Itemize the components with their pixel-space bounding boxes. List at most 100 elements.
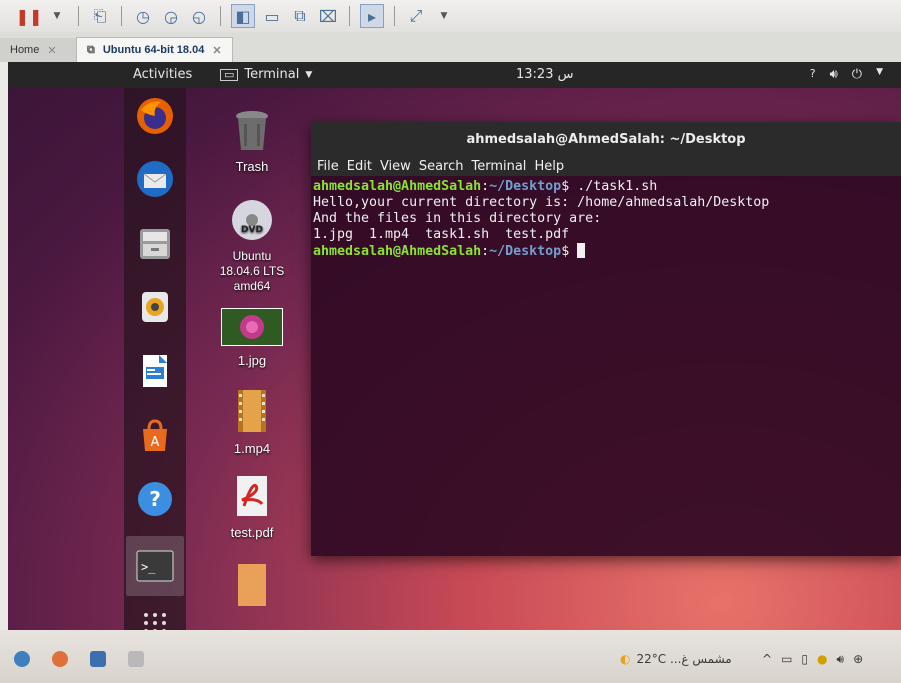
terminal-line: Hello,your current directory is: /home/a… bbox=[313, 195, 770, 210]
toolbar-divider bbox=[220, 6, 221, 26]
battery-icon: ▯ bbox=[801, 652, 809, 666]
power-icon: ⏻ bbox=[851, 67, 863, 82]
globe-icon: ⊕ bbox=[853, 652, 864, 666]
unity-button[interactable]: ▭ bbox=[261, 5, 283, 27]
volume-icon: 🔊︎ bbox=[836, 652, 845, 666]
menu-edit[interactable]: Edit bbox=[347, 159, 372, 174]
gnome-top-bar: Activities ▭ Terminal ▼ 13:23 س ? 🔊︎ ⏻ ▼ bbox=[8, 62, 901, 88]
image-file-icon bbox=[212, 307, 292, 349]
terminal-title-bar[interactable]: ahmedsalah@AhmedSalah: ~/Desktop bbox=[311, 122, 901, 156]
toolbar-divider bbox=[349, 6, 350, 26]
svg-text:A: A bbox=[151, 435, 160, 450]
desktop-icon-script[interactable] bbox=[212, 562, 292, 613]
show-applications-icon[interactable] bbox=[133, 600, 177, 630]
tab-home[interactable]: Home ✕ bbox=[0, 38, 76, 62]
video-file-icon bbox=[212, 388, 292, 437]
close-icon[interactable]: ✕ bbox=[47, 44, 56, 57]
host-taskbar: ◐ 22°C ...مشمس غ ^ ▭ ▯ ● 🔊︎ ⊕ bbox=[0, 630, 901, 683]
prompt-user: ahmedsalah@AhmedSalah bbox=[313, 244, 482, 259]
activities-button[interactable]: Activities bbox=[133, 67, 192, 82]
prompt-path: ~/Desktop bbox=[489, 179, 562, 194]
chevron-up-icon: ^ bbox=[762, 652, 773, 666]
system-tray[interactable]: ? 🔊︎ ⏻ ▼ bbox=[810, 67, 883, 82]
app-menu-button[interactable]: ▭ Terminal ▼ bbox=[220, 67, 312, 82]
browser-icon[interactable] bbox=[52, 651, 68, 667]
menu-view[interactable]: View bbox=[380, 159, 411, 174]
desktop-icon-jpg[interactable]: 1.jpg bbox=[212, 307, 292, 368]
tab-ubuntu-vm[interactable]: ⧉ Ubuntu 64-bit 18.04 ✕ bbox=[76, 37, 233, 62]
terminal-app-icon: ▭ bbox=[220, 68, 239, 81]
toolbar-divider bbox=[121, 6, 122, 26]
weather-sun-icon: ◐ bbox=[620, 652, 631, 666]
app-tray-icon: ● bbox=[817, 652, 828, 666]
dvd-icon: DVD bbox=[212, 198, 292, 245]
toolbar-divider bbox=[78, 6, 79, 26]
disable-stretch-button[interactable]: ⌧ bbox=[317, 5, 339, 27]
chrome-icon[interactable] bbox=[14, 651, 30, 667]
toolbar-divider bbox=[394, 6, 395, 26]
terminal-menubar: File Edit View Search Terminal Help bbox=[311, 156, 901, 176]
desktop-icon-label: 1.jpg bbox=[237, 353, 267, 368]
vmware-toolbar: ❚❚ ▼ ⎗ ◷ ◶ ◵ ◧ ▭ ⧉ ⌧ ▸ ⤢ ▼ bbox=[0, 0, 901, 32]
revert-snapshot-button[interactable]: ◶ bbox=[160, 5, 182, 27]
desktop-icon-label: 1.mp4 bbox=[233, 441, 271, 456]
firefox-icon[interactable] bbox=[133, 94, 177, 138]
app-icon[interactable] bbox=[128, 651, 144, 667]
menu-help[interactable]: Help bbox=[534, 159, 564, 174]
clock[interactable]: 13:23 س bbox=[516, 67, 573, 82]
rhythmbox-icon[interactable] bbox=[133, 285, 177, 329]
snapshot-manager-button[interactable]: ◵ bbox=[188, 5, 210, 27]
full-screen-button[interactable]: ◧ bbox=[231, 4, 255, 28]
files-icon[interactable] bbox=[133, 221, 177, 265]
terminal-line: ahmedsalah@AhmedSalah:~/Desktop$ bbox=[313, 243, 901, 260]
desktop-icon-label: Trash bbox=[235, 159, 269, 174]
weather-text: 22°C ...مشمس غ bbox=[636, 652, 732, 666]
console-view-button[interactable]: ▸ bbox=[360, 4, 384, 28]
window-title: ahmedsalah@AhmedSalah: ~/Desktop bbox=[466, 131, 746, 147]
app-menu-label: Terminal bbox=[244, 67, 300, 82]
desktop-icon-dvd[interactable]: DVD Ubuntu 18.04.6 LTS amd64 bbox=[212, 198, 292, 294]
chevron-down-icon: ▼ bbox=[876, 67, 883, 77]
help-icon[interactable]: ? bbox=[133, 477, 177, 521]
chevron-down-icon[interactable]: ▼ bbox=[433, 5, 455, 27]
close-icon[interactable]: ✕ bbox=[212, 44, 221, 57]
software-center-icon[interactable]: A bbox=[133, 413, 177, 457]
desktop-icon-label: test.pdf bbox=[230, 525, 274, 540]
chevron-down-icon[interactable]: ▼ bbox=[46, 5, 68, 27]
fit-guest-button[interactable]: ⧉ bbox=[289, 5, 311, 27]
menu-terminal[interactable]: Terminal bbox=[471, 159, 526, 174]
vm-tab-bar: Home ✕ ⧉ Ubuntu 64-bit 18.04 ✕ bbox=[0, 32, 901, 62]
vmware-icon[interactable] bbox=[90, 651, 106, 667]
pdf-file-icon bbox=[212, 474, 292, 521]
desktop-icon-mp4[interactable]: 1.mp4 bbox=[212, 388, 292, 456]
guest-screen[interactable]: Activities ▭ Terminal ▼ 13:23 س ? 🔊︎ ⏻ ▼ bbox=[8, 62, 901, 630]
prompt-user: ahmedsalah@AhmedSalah bbox=[313, 179, 482, 194]
thunderbird-icon[interactable] bbox=[133, 157, 177, 201]
terminal-window[interactable]: ahmedsalah@AhmedSalah: ~/Desktop File Ed… bbox=[311, 122, 901, 556]
menu-file[interactable]: File bbox=[317, 159, 339, 174]
terminal-cursor bbox=[577, 243, 586, 258]
ubuntu-dock: A ? >_ bbox=[124, 88, 186, 630]
svg-text:?: ? bbox=[149, 487, 161, 511]
libreoffice-writer-icon[interactable] bbox=[133, 349, 177, 393]
pause-vm-button[interactable]: ❚❚ bbox=[16, 5, 43, 27]
terminal-output[interactable]: ahmedsalah@AhmedSalah:~/Desktop$ ./task1… bbox=[311, 176, 901, 260]
stretch-guest-button[interactable]: ⤢ bbox=[405, 5, 427, 27]
terminal-line: And the files in this directory are: bbox=[313, 211, 602, 226]
send-ctrl-alt-del-button[interactable]: ⎗ bbox=[89, 5, 111, 27]
network-icon: ▭ bbox=[781, 652, 793, 666]
desktop-icon-label: Ubuntu 18.04.6 LTS amd64 bbox=[219, 249, 285, 293]
svg-text:DVD: DVD bbox=[241, 225, 263, 235]
system-tray[interactable]: ^ ▭ ▯ ● 🔊︎ ⊕ bbox=[762, 652, 863, 667]
desktop-icon-trash[interactable]: Trash bbox=[212, 108, 292, 174]
help-icon: ? bbox=[809, 67, 816, 80]
snapshot-button[interactable]: ◷ bbox=[132, 5, 154, 27]
terminal-line: ahmedsalah@AhmedSalah:~/Desktop$ ./task1… bbox=[313, 179, 658, 194]
menu-search[interactable]: Search bbox=[419, 159, 464, 174]
weather-widget[interactable]: ◐ 22°C ...مشمس غ bbox=[620, 652, 732, 666]
volume-icon: 🔊︎ bbox=[829, 67, 838, 82]
terminal-icon[interactable]: >_ bbox=[126, 536, 184, 596]
svg-text:>_: >_ bbox=[141, 560, 156, 574]
desktop-icon-pdf[interactable]: test.pdf bbox=[212, 474, 292, 540]
command-text: ./task1.sh bbox=[569, 179, 658, 194]
